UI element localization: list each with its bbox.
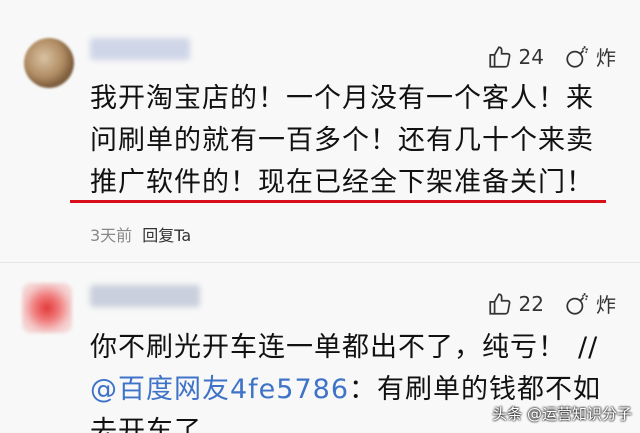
quoted-text: ：有刷单的钱都不如 [349, 374, 602, 405]
thumbs-up-icon [488, 45, 510, 68]
comment-text: 你不刷光开车连一单都出不了，纯亏！ // [90, 327, 616, 369]
comment-text: 我开淘宝店的！一个月没有一个客人！来问刷单的就有一百多个！还有几十个来卖推广软件… [90, 83, 594, 198]
bomb-icon [566, 292, 588, 315]
like-button[interactable]: 22 [487, 291, 544, 317]
quoted-text-cut: 去开车了。 [90, 416, 230, 433]
bomb-button[interactable]: 炸 [564, 289, 616, 318]
reply-button[interactable]: 回复Ta [142, 222, 191, 246]
like-count: 22 [518, 291, 544, 316]
comment-actions: 24 炸 [487, 42, 616, 71]
quoted-reply: @百度网友4fe5786：有刷单的钱都不如 [90, 367, 601, 406]
comment-body: 你不刷光开车连一单都出不了，纯亏！ [90, 332, 566, 363]
like-button[interactable]: 24 [487, 44, 544, 70]
comment-item: 24 炸 我开淘宝店的！一个月没有一个客人！来问刷单的就有一百多个！还有几十个来… [0, 0, 640, 262]
like-count: 24 [518, 44, 544, 69]
user-mention[interactable]: @百度网友4fe5786 [90, 374, 349, 405]
thumbs-up-icon [488, 292, 510, 315]
username[interactable] [90, 38, 190, 60]
comment-meta: 3天前 回复Ta [90, 222, 191, 246]
comment-list: 24 炸 我开淘宝店的！一个月没有一个客人！来问刷单的就有一百多个！还有几十个来… [0, 0, 640, 433]
bomb-label: 炸 [596, 46, 616, 70]
bomb-label: 炸 [596, 293, 616, 317]
username[interactable] [90, 285, 200, 307]
watermark: 头条 @运营知识分子 [492, 405, 632, 423]
repost-slashes: // [578, 332, 599, 363]
comment-time: 3天前 [90, 226, 133, 245]
bomb-icon [566, 45, 588, 68]
highlight-underline [70, 200, 606, 203]
comment-actions: 22 炸 [487, 289, 616, 318]
avatar[interactable] [24, 38, 74, 88]
avatar[interactable] [22, 283, 72, 333]
bomb-button[interactable]: 炸 [564, 42, 616, 71]
